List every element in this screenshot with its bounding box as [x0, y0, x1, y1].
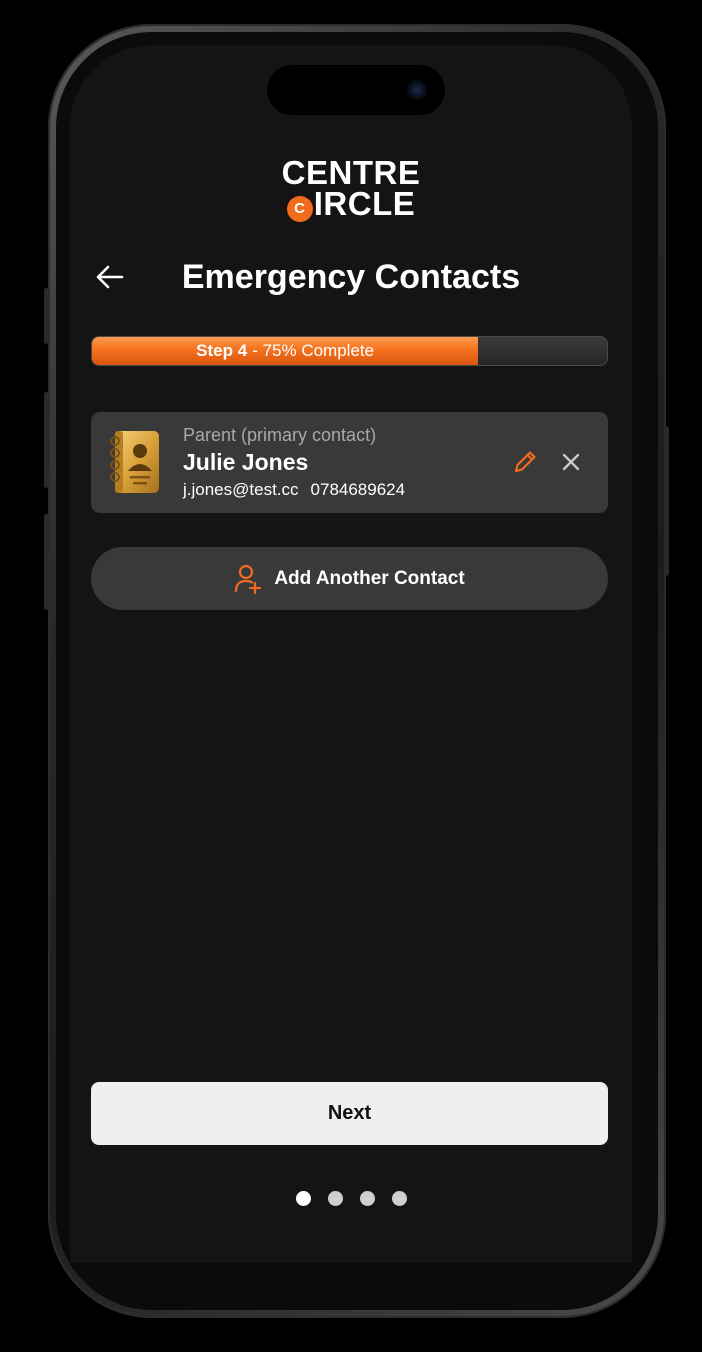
dynamic-island	[267, 65, 445, 115]
pagination-dot[interactable]	[391, 1191, 407, 1206]
address-book-icon	[110, 431, 159, 493]
progress-complete-label: - 75% Complete	[252, 341, 375, 360]
page-title: Emergency Contacts	[181, 258, 521, 296]
pagination-dot[interactable]	[295, 1191, 311, 1206]
pencil-icon	[514, 451, 536, 473]
progress-step-label: Step 4	[196, 341, 248, 360]
logo-line-2: C IRCLE	[70, 185, 632, 222]
progress-bar: Step 4- 75% Complete	[91, 336, 608, 366]
contact-name: Julie Jones	[183, 449, 309, 475]
close-icon	[562, 453, 580, 471]
phone-volume-up-button	[44, 392, 49, 488]
contact-details: j.jones@test.cc 0784689624	[183, 480, 405, 500]
logo-line-2-text: IRCLE	[313, 185, 416, 222]
add-user-icon	[235, 564, 262, 594]
progress-label: Step 4- 75% Complete	[92, 337, 478, 365]
next-button[interactable]: Next	[91, 1082, 608, 1145]
progress-percent-text: 75% Complete	[262, 341, 375, 360]
add-contact-label: Add Another Contact	[274, 567, 465, 589]
phone-volume-down-button	[44, 514, 49, 610]
phone-action-button	[44, 288, 49, 344]
pagination-dot[interactable]	[327, 1191, 343, 1206]
logo-badge: C	[286, 196, 313, 222]
contact-role: Parent (primary contact)	[183, 425, 377, 445]
remove-contact-button[interactable]	[558, 449, 584, 475]
camera-icon	[407, 80, 427, 100]
edit-contact-button[interactable]	[511, 448, 539, 476]
pagination-dot[interactable]	[359, 1191, 375, 1206]
logo-line-1: CENTRE	[281, 154, 421, 191]
pagination-dots	[70, 1191, 632, 1206]
contact-phone: 0784689624	[310, 480, 406, 499]
contact-card: Parent (primary contact) Julie Jones j.j…	[91, 412, 608, 513]
brand-logo: CENTRE C IRCLE	[70, 154, 632, 222]
phone-power-button	[664, 426, 669, 576]
add-another-contact-button[interactable]: Add Another Contact	[91, 547, 608, 610]
app-screen: CENTRE C IRCLE Emergency Contacts Step 4-…	[70, 45, 632, 1263]
contact-email: j.jones@test.cc	[183, 480, 299, 499]
